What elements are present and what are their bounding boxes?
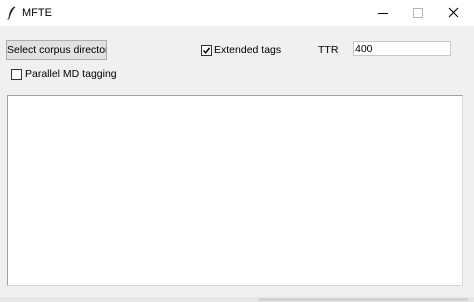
parallel-md-tagging-checkbox[interactable] xyxy=(11,69,22,80)
feather-icon xyxy=(7,6,16,21)
select-corpus-directory-button[interactable]: Select corpus directory xyxy=(6,40,107,60)
ttr-input[interactable] xyxy=(353,41,451,56)
minimize-icon xyxy=(378,13,388,14)
window-title: MFTE xyxy=(22,7,52,19)
bottom-edge-segment xyxy=(258,298,468,301)
bottom-edge xyxy=(0,297,474,302)
close-button[interactable] xyxy=(436,0,470,26)
maximize-button[interactable] xyxy=(400,0,434,26)
ttr-label: TTR xyxy=(318,44,339,56)
title-bar: MFTE xyxy=(0,0,474,26)
extended-tags-checkbox[interactable] xyxy=(201,45,212,56)
close-icon xyxy=(448,7,459,18)
parallel-md-tagging-label: Parallel MD tagging xyxy=(25,68,117,80)
output-text-area[interactable] xyxy=(7,95,463,286)
extended-tags-label: Extended tags xyxy=(214,44,282,56)
minimize-button[interactable] xyxy=(366,0,400,26)
maximize-icon xyxy=(413,8,423,18)
checkmark-icon xyxy=(202,47,211,54)
